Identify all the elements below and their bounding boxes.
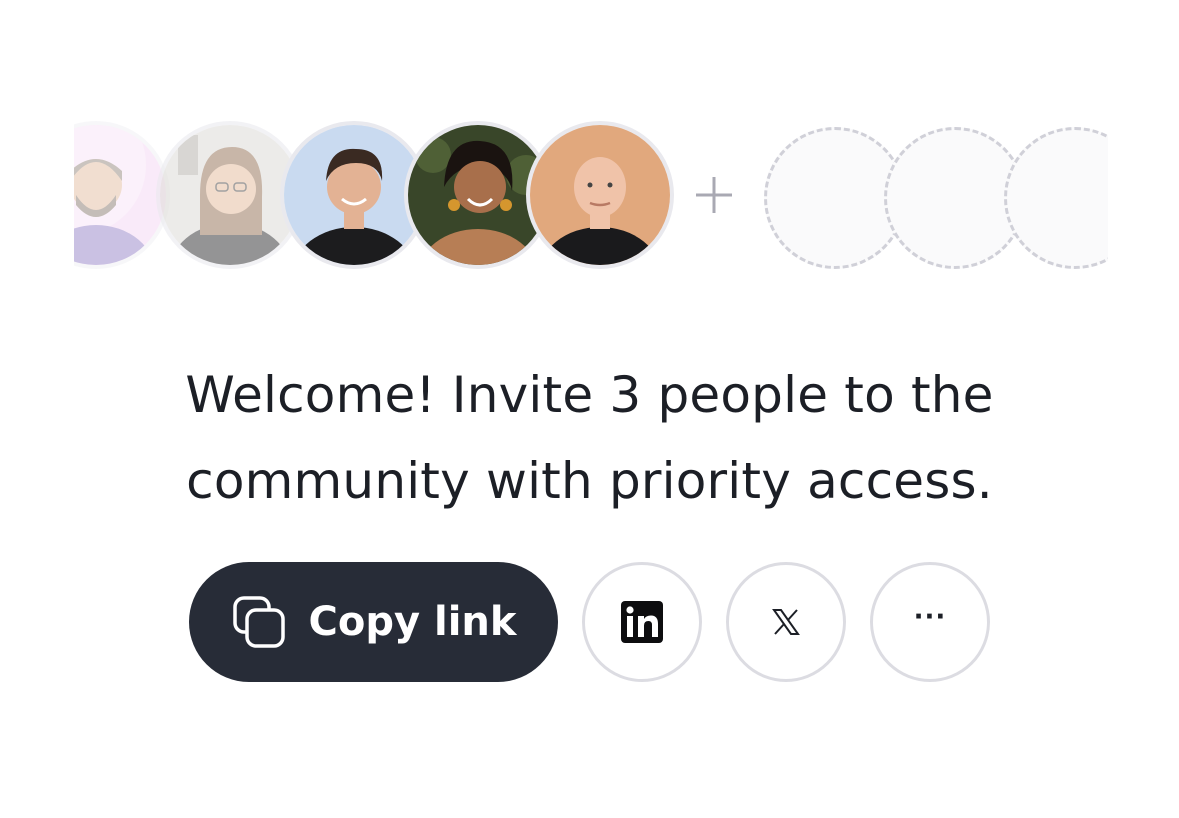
invitee-avatars bbox=[74, 121, 1108, 269]
headline-line-2: community with priority access. bbox=[186, 452, 993, 510]
share-x-button[interactable] bbox=[726, 562, 846, 682]
welcome-headline: Welcome! Invite 3 people to the communit… bbox=[0, 352, 1179, 524]
x-logo-icon bbox=[772, 609, 800, 635]
linkedin-icon bbox=[621, 601, 663, 643]
plus-icon bbox=[696, 177, 732, 213]
avatar-3-icon bbox=[284, 125, 424, 265]
copy-link-button[interactable]: Copy link bbox=[189, 562, 558, 682]
copy-icon bbox=[232, 596, 285, 648]
avatar-5-icon bbox=[530, 125, 670, 265]
avatar-1-icon bbox=[74, 125, 166, 265]
headline-line-1: Welcome! Invite 3 people to the bbox=[185, 366, 994, 424]
share-linkedin-button[interactable] bbox=[582, 562, 702, 682]
avatar bbox=[526, 121, 674, 269]
more-dots-icon: ··· bbox=[913, 602, 947, 632]
more-share-options-button[interactable]: ··· bbox=[870, 562, 990, 682]
avatar-2-icon bbox=[160, 125, 300, 265]
empty-invite-slot bbox=[1004, 127, 1108, 269]
copy-link-label: Copy link bbox=[308, 599, 517, 645]
